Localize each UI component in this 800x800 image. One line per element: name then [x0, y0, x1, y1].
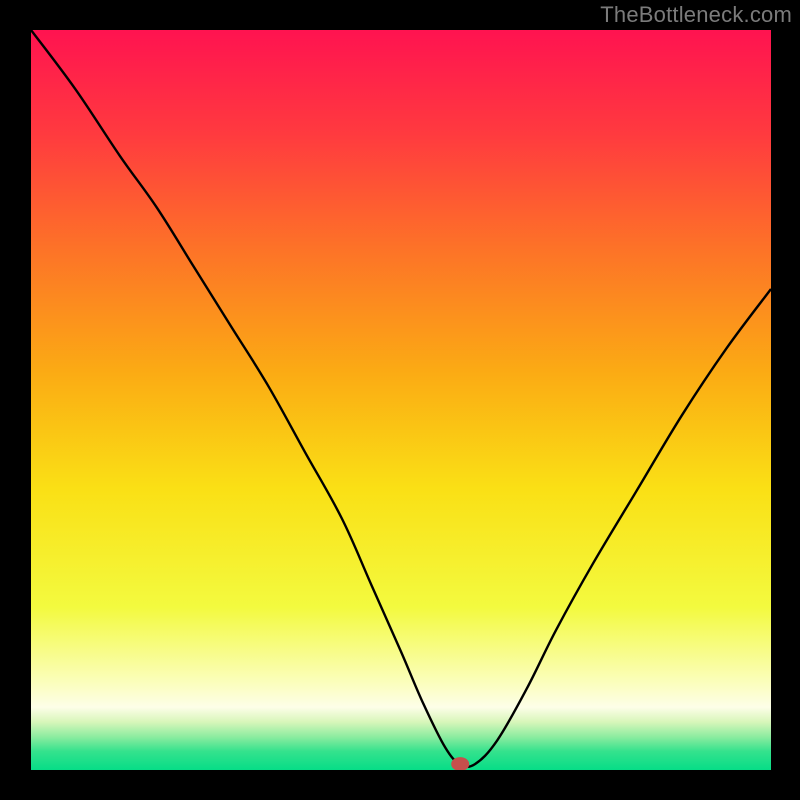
plot-svg: [31, 30, 771, 770]
watermark-label: TheBottleneck.com: [600, 2, 792, 28]
background-gradient: [31, 30, 771, 770]
plot-area: [31, 30, 771, 770]
chart-frame: TheBottleneck.com: [0, 0, 800, 800]
